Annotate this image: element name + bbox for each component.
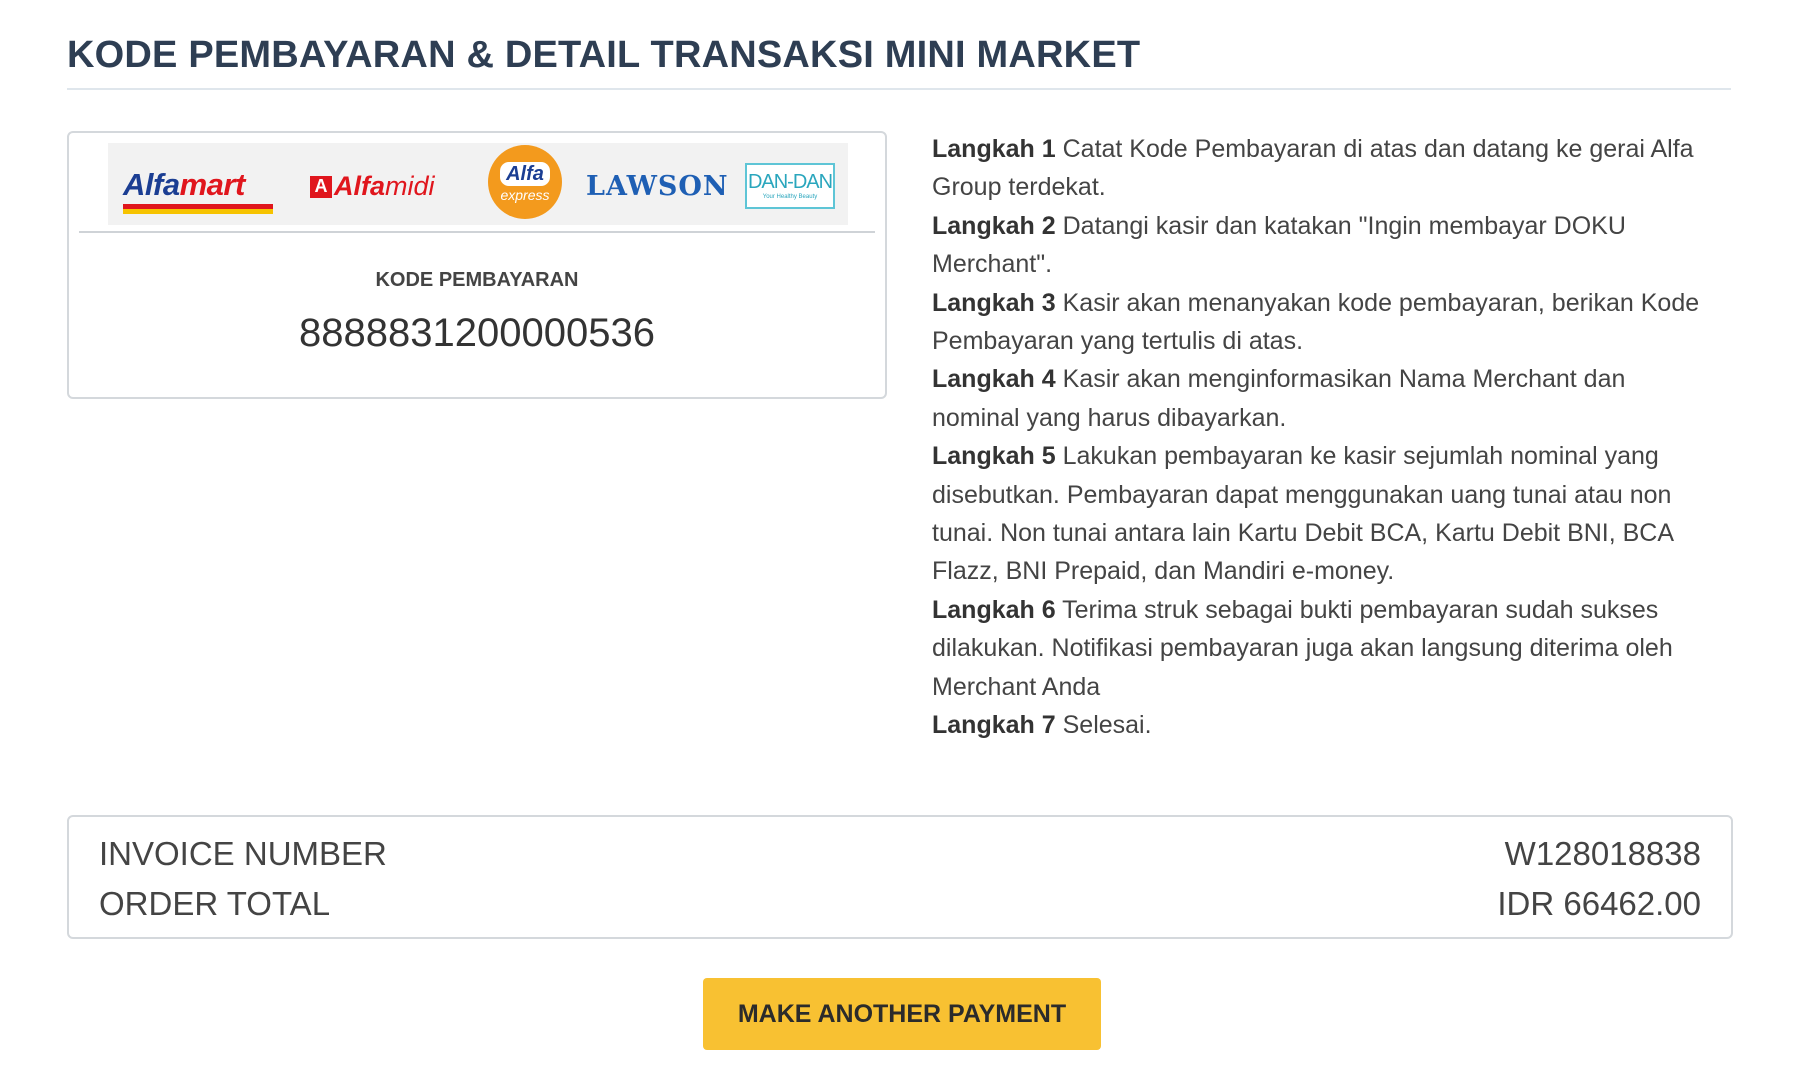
payment-code-label: KODE PEMBAYARAN xyxy=(375,269,579,291)
order-total-label: ORDER TOTAL xyxy=(99,885,331,922)
invoice-number-label: INVOICE NUMBER xyxy=(99,835,387,872)
payment-page: KODE PEMBAYARAN & DETAIL TRANSAKSI MINI … xyxy=(0,0,1796,1082)
step-2: Langkah 2 Datangi kasir dan katakan "Ing… xyxy=(932,211,1626,279)
lawson-logo: LAWSON xyxy=(586,171,729,202)
title-divider xyxy=(67,88,1731,90)
card-divider xyxy=(79,231,875,233)
order-total-value: IDR 66462.00 xyxy=(1497,885,1701,922)
step-5: Langkah 5 Lakukan pembayaran ke kasir se… xyxy=(932,442,1673,586)
minimarket-logo-strip: Alfamart A Alfamidi Alfa express LAWSON … xyxy=(108,143,848,225)
make-another-payment-button[interactable]: MAKE ANOTHER PAYMENT xyxy=(703,978,1101,1050)
step-6: Langkah 6 Terima struk sebagai bukti pem… xyxy=(932,595,1673,701)
dandan-logo: DAN-DAN Your Healthy Beauty xyxy=(745,163,835,209)
payment-code-value: 8888831200000536 xyxy=(299,311,655,355)
alfamidi-logo: A Alfamidi xyxy=(310,171,435,202)
step-7: Langkah 7 Selesai. xyxy=(932,711,1152,740)
payment-code-card: Alfamart A Alfamidi Alfa express LAWSON … xyxy=(67,131,887,399)
step-3: Langkah 3 Kasir akan menanyakan kode pem… xyxy=(932,288,1700,356)
alfamart-logo: Alfamart xyxy=(123,167,273,214)
alfa-express-logo: Alfa express xyxy=(488,145,562,219)
step-1: Langkah 1 Catat Kode Pembayaran di atas … xyxy=(932,135,1694,202)
step-4: Langkah 4 Kasir akan menginformasikan Na… xyxy=(932,365,1626,432)
page-title: KODE PEMBAYARAN & DETAIL TRANSAKSI MINI … xyxy=(67,34,1141,76)
invoice-number-value: W128018838 xyxy=(1504,835,1701,872)
order-summary-box: INVOICE NUMBER W128018838 ORDER TOTAL ID… xyxy=(67,815,1733,939)
payment-instructions: Langkah 1 Catat Kode Pembayaran di atas … xyxy=(932,130,1702,745)
